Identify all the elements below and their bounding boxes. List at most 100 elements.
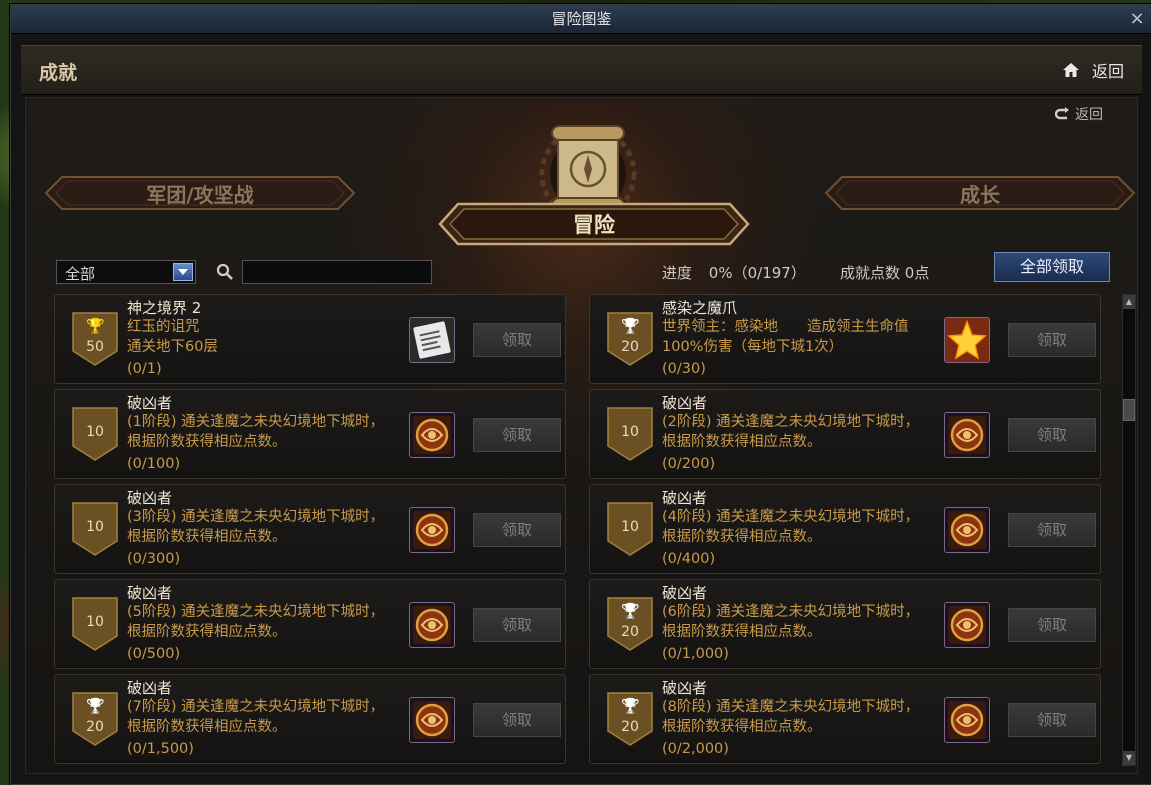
page-title: 成就 [39, 62, 78, 84]
achievement-card: 10 破凶者 (1阶段) 通关逢魔之未央幻境地下城时，根据阶数获得相应点数。 (0/1… [54, 389, 566, 479]
achievement-list: 🏆 50 神之境界 2 红玉的诅咒 通关地下60层 (0/1) 领取 🏆 20 感染之魔爪 世界领… [54, 294, 1116, 764]
achievement-card: 10 破凶者 (2阶段) 通关逢魔之未央幻境地下城时，根据阶数获得相应点数。 (0/2… [589, 389, 1101, 479]
achievement-description: (7阶段) 通关逢魔之未央幻境地下城时，根据阶数获得相应点数。 [127, 699, 385, 735]
achievement-description: (6阶段) 通关逢魔之未央幻境地下城时，根据阶数获得相应点数。 [662, 604, 920, 640]
home-back-label: 返回 [1091, 62, 1124, 81]
points-badge: 🏆 20 [71, 691, 119, 747]
claim-all-button[interactable]: 全部领取 [994, 252, 1110, 282]
claim-button[interactable]: 领取 [473, 608, 561, 642]
home-icon [1062, 63, 1079, 77]
claim-button[interactable]: 领取 [1008, 418, 1096, 452]
achievement-card: 10 破凶者 (4阶段) 通关逢魔之未央幻境地下城时，根据阶数获得相应点数。 (0/4… [589, 484, 1101, 574]
achievement-card: 🏆 50 神之境界 2 红玉的诅咒 通关地下60层 (0/1) 领取 [54, 294, 566, 384]
achievement-progress: (0/300) [127, 551, 181, 567]
search-input[interactable] [242, 260, 432, 284]
achievement-title: 破凶者 [662, 394, 708, 412]
achievement-progress: (0/200) [662, 456, 716, 472]
points-label: 成就点数 [840, 264, 901, 282]
achievement-progress: (0/100) [127, 456, 181, 472]
gold-crystal-icon[interactable] [944, 317, 990, 363]
search-icon [216, 263, 233, 280]
badge-points: 20 [86, 719, 104, 735]
emblem-icon[interactable] [944, 412, 990, 458]
emblem-icon[interactable] [409, 602, 455, 648]
achievement-description: (2阶段) 通关逢魔之未央幻境地下城时，根据阶数获得相应点数。 [662, 414, 920, 450]
points-badge: 10 [71, 596, 119, 652]
tab-legion-siege[interactable]: 军团/攻坚战 [44, 175, 356, 211]
tab-adventure-label: 冒险 [573, 212, 615, 237]
achievement-title: 神之境界 2 [127, 299, 202, 317]
scroll-up-icon[interactable]: ▲ [1123, 295, 1135, 309]
return-arrow-icon [1055, 107, 1069, 120]
claim-button[interactable]: 领取 [473, 513, 561, 547]
badge-points: 10 [86, 424, 104, 440]
badge-points: 10 [86, 614, 104, 630]
achievement-progress: (0/500) [127, 646, 181, 662]
emblem-icon[interactable] [944, 697, 990, 743]
achievement-description: 红玉的诅咒 通关地下60层 [127, 319, 218, 355]
scroll-thumb[interactable] [1123, 399, 1135, 421]
achievement-description: (3阶段) 通关逢魔之未央幻境地下城时，根据阶数获得相应点数。 [127, 509, 385, 545]
achievement-description: (4阶段) 通关逢魔之未央幻境地下城时，根据阶数获得相应点数。 [662, 509, 920, 545]
trophy-icon: 🏆 [86, 697, 105, 715]
claim-button[interactable]: 领取 [1008, 513, 1096, 547]
close-icon[interactable]: × [1126, 5, 1148, 33]
achievement-title: 破凶者 [662, 489, 708, 507]
list-scrollbar[interactable]: ▲ ▼ [1122, 294, 1136, 766]
claim-button[interactable]: 领取 [1008, 323, 1096, 357]
achievement-progress: (0/30) [662, 361, 706, 377]
achievement-title: 破凶者 [662, 679, 708, 697]
claim-button[interactable]: 领取 [473, 323, 561, 357]
points-value: 0点 [904, 264, 930, 282]
achievement-description: (8阶段) 通关逢魔之未央幻境地下城时，根据阶数获得相应点数。 [662, 699, 920, 735]
achievement-title: 破凶者 [127, 679, 173, 697]
badge-points: 50 [86, 339, 104, 355]
points-badge: 🏆 20 [606, 691, 654, 747]
achievement-description: (5阶段) 通关逢魔之未央幻境地下城时，根据阶数获得相应点数。 [127, 604, 385, 640]
progress-label: 进度 [662, 264, 693, 282]
achievement-title: 感染之魔爪 [662, 299, 738, 317]
tab-growth[interactable]: 成长 [824, 175, 1136, 211]
window-titlebar: 冒险图鉴 × [11, 5, 1151, 34]
tab-adventure[interactable]: 冒险 [438, 202, 750, 246]
points-badge: 🏆 20 [606, 596, 654, 652]
achievement-card: 10 破凶者 (5阶段) 通关逢魔之未央幻境地下城时，根据阶数获得相应点数。 (0/5… [54, 579, 566, 669]
badge-points: 20 [621, 719, 639, 735]
emblem-icon[interactable] [944, 602, 990, 648]
achievement-title: 破凶者 [127, 394, 173, 412]
emblem-icon[interactable] [409, 412, 455, 458]
badge-points: 10 [621, 519, 639, 535]
achievement-description: (1阶段) 通关逢魔之未央幻境地下城时，根据阶数获得相应点数。 [127, 414, 385, 450]
badge-points: 10 [621, 424, 639, 440]
achievement-title: 破凶者 [127, 584, 173, 602]
achievement-card: 10 破凶者 (3阶段) 通关逢魔之未央幻境地下城时，根据阶数获得相应点数。 (0/3… [54, 484, 566, 574]
claim-button[interactable]: 领取 [1008, 608, 1096, 642]
progress-readout: 进度 0%（0/197） [662, 262, 806, 283]
claim-button[interactable]: 领取 [473, 703, 561, 737]
achievement-progress: (0/1,000) [662, 646, 729, 662]
achievement-progress: (0/1,500) [127, 741, 194, 757]
adventure-codex-window: 冒险图鉴 × 成就 返回 返回 军团/攻坚战 成长 冒险 全部 进度 0%（0/… [10, 4, 1151, 785]
claim-button[interactable]: 领取 [473, 418, 561, 452]
chevron-down-icon[interactable] [173, 263, 193, 281]
claim-button[interactable]: 领取 [1008, 703, 1096, 737]
category-filter-select[interactable]: 全部 [56, 260, 196, 284]
sub-back-button[interactable]: 返回 [1055, 104, 1103, 124]
achievement-card: 🏆 20 破凶者 (6阶段) 通关逢魔之未央幻境地下城时，根据阶数获得相应点数。 (0/… [589, 579, 1101, 669]
points-badge: 10 [71, 501, 119, 557]
achievement-card: 🏆 20 破凶者 (8阶段) 通关逢魔之未央幻境地下城时，根据阶数获得相应点数。 (0/… [589, 674, 1101, 764]
emblem-icon[interactable] [409, 697, 455, 743]
emblem-icon[interactable] [409, 507, 455, 553]
emblem-icon[interactable] [944, 507, 990, 553]
sub-back-label: 返回 [1075, 107, 1103, 123]
home-back-button[interactable]: 返回 [1062, 58, 1124, 82]
scroll-item-icon[interactable] [409, 317, 455, 363]
achievement-description: 世界领主：感染地 造成领主生命值100%伤害（每地下城1次） [662, 319, 909, 355]
badge-points: 20 [621, 339, 639, 355]
achievement-progress: (0/1) [127, 361, 162, 377]
trophy-icon: 🏆 [621, 317, 640, 335]
points-readout: 成就点数 0点 [840, 262, 929, 283]
scroll-down-icon[interactable]: ▼ [1123, 751, 1135, 765]
trophy-icon: 🏆 [86, 317, 105, 335]
achievement-progress: (0/400) [662, 551, 716, 567]
